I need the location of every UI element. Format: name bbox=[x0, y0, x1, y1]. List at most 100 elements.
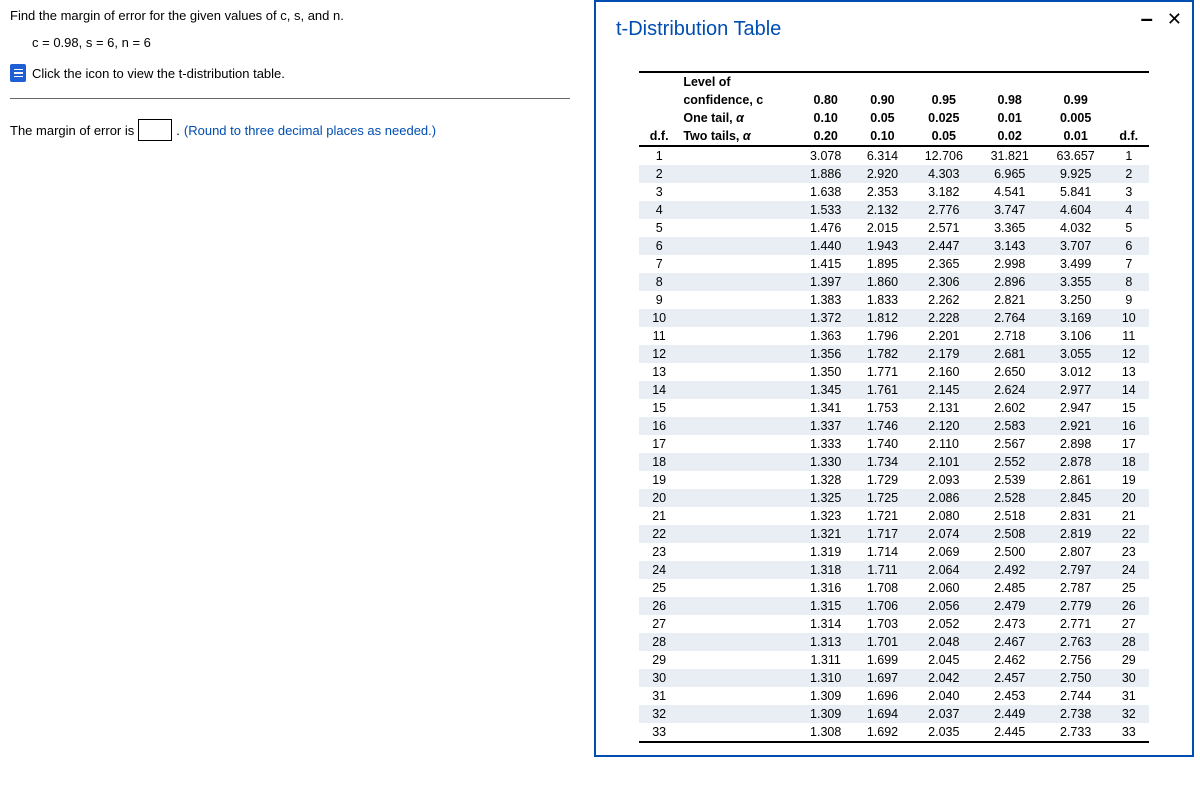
minimize-icon[interactable]: – bbox=[1141, 8, 1153, 30]
close-icon[interactable]: ✕ bbox=[1167, 10, 1182, 28]
t-value: 2.457 bbox=[977, 669, 1043, 687]
table-row: 201.3251.7252.0862.5282.84520 bbox=[639, 489, 1149, 507]
table-row: 161.3371.7462.1202.5832.92116 bbox=[639, 417, 1149, 435]
t-value: 2.467 bbox=[977, 633, 1043, 651]
t-value: 2.764 bbox=[977, 309, 1043, 327]
t-df-right: 26 bbox=[1109, 597, 1149, 615]
t-value: 6.965 bbox=[977, 165, 1043, 183]
t-df-left: 8 bbox=[639, 273, 679, 291]
t-value: 1.943 bbox=[854, 237, 911, 255]
t-value: 2.807 bbox=[1043, 543, 1109, 561]
t-value: 2.624 bbox=[977, 381, 1043, 399]
t-df-right: 17 bbox=[1109, 435, 1149, 453]
t-value: 2.485 bbox=[977, 579, 1043, 597]
t-value: 2.042 bbox=[911, 669, 977, 687]
t-value: 2.528 bbox=[977, 489, 1043, 507]
t-df-right: 9 bbox=[1109, 291, 1149, 309]
t-df-left: 18 bbox=[639, 453, 679, 471]
t-value: 2.771 bbox=[1043, 615, 1109, 633]
round-instruction: (Round to three decimal places as needed… bbox=[184, 123, 436, 138]
t-df-left: 3 bbox=[639, 183, 679, 201]
t-value: 2.479 bbox=[977, 597, 1043, 615]
view-table-link[interactable]: Click the icon to view the t-distributio… bbox=[10, 64, 570, 82]
t-value: 2.056 bbox=[911, 597, 977, 615]
t-df-left: 9 bbox=[639, 291, 679, 309]
t-value: 2.492 bbox=[977, 561, 1043, 579]
t-value: 2.449 bbox=[977, 705, 1043, 723]
t-df-right: 3 bbox=[1109, 183, 1149, 201]
table-row: 291.3111.6992.0452.4622.75629 bbox=[639, 651, 1149, 669]
t-df-left: 1 bbox=[639, 146, 679, 165]
t-header-onetail: One tail, α bbox=[679, 109, 797, 127]
t-df-right: 25 bbox=[1109, 579, 1149, 597]
t-value: 1.833 bbox=[854, 291, 911, 309]
t-value: 2.831 bbox=[1043, 507, 1109, 525]
t-value: 2.998 bbox=[977, 255, 1043, 273]
t-value: 2.518 bbox=[977, 507, 1043, 525]
t-value: 1.328 bbox=[797, 471, 854, 489]
t-value: 1.363 bbox=[797, 327, 854, 345]
t-df-left: 14 bbox=[639, 381, 679, 399]
table-row: 81.3971.8602.3062.8963.3558 bbox=[639, 273, 1149, 291]
t-value: 1.323 bbox=[797, 507, 854, 525]
t-value: 2.052 bbox=[911, 615, 977, 633]
t-df-right: 31 bbox=[1109, 687, 1149, 705]
t-value: 3.055 bbox=[1043, 345, 1109, 363]
t-value: 1.476 bbox=[797, 219, 854, 237]
table-row: 141.3451.7612.1452.6242.97714 bbox=[639, 381, 1149, 399]
t-value: 2.069 bbox=[911, 543, 977, 561]
t-df-right: 4 bbox=[1109, 201, 1149, 219]
t-value: 2.602 bbox=[977, 399, 1043, 417]
t-value: 2.845 bbox=[1043, 489, 1109, 507]
t-value: 2.947 bbox=[1043, 399, 1109, 417]
table-row: 331.3081.6922.0352.4452.73333 bbox=[639, 723, 1149, 742]
t-value: 2.131 bbox=[911, 399, 977, 417]
margin-of-error-input[interactable] bbox=[138, 119, 172, 141]
t-df-left: 27 bbox=[639, 615, 679, 633]
table-row: 231.3191.7142.0692.5002.80723 bbox=[639, 543, 1149, 561]
table-row: 271.3141.7032.0522.4732.77127 bbox=[639, 615, 1149, 633]
t-df-left: 5 bbox=[639, 219, 679, 237]
t-value: 2.763 bbox=[1043, 633, 1109, 651]
t-value: 1.313 bbox=[797, 633, 854, 651]
t-header-c-value: 0.90 bbox=[854, 91, 911, 109]
t-value: 2.733 bbox=[1043, 723, 1109, 742]
t-df-right: 20 bbox=[1109, 489, 1149, 507]
t-value: 1.341 bbox=[797, 399, 854, 417]
t-df-left: 25 bbox=[639, 579, 679, 597]
t-value: 2.453 bbox=[977, 687, 1043, 705]
t-value: 3.078 bbox=[797, 146, 854, 165]
table-row: 171.3331.7402.1102.5672.89817 bbox=[639, 435, 1149, 453]
t-value: 2.048 bbox=[911, 633, 977, 651]
t-value: 2.365 bbox=[911, 255, 977, 273]
t-df-left: 26 bbox=[639, 597, 679, 615]
question-text: Find the margin of error for the given v… bbox=[10, 8, 570, 23]
t-value: 2.179 bbox=[911, 345, 977, 363]
t-df-left: 30 bbox=[639, 669, 679, 687]
question-panel: Find the margin of error for the given v… bbox=[0, 0, 580, 149]
t-value: 2.583 bbox=[977, 417, 1043, 435]
t-value: 4.604 bbox=[1043, 201, 1109, 219]
t-value: 1.314 bbox=[797, 615, 854, 633]
t-df-right: 10 bbox=[1109, 309, 1149, 327]
t-df-left: 24 bbox=[639, 561, 679, 579]
table-row: 211.3231.7212.0802.5182.83121 bbox=[639, 507, 1149, 525]
t-value: 1.812 bbox=[854, 309, 911, 327]
t-value: 5.841 bbox=[1043, 183, 1109, 201]
t-value: 2.650 bbox=[977, 363, 1043, 381]
modal-title: t-Distribution Table bbox=[616, 18, 1182, 41]
t-df-right: 2 bbox=[1109, 165, 1149, 183]
t-value: 2.552 bbox=[977, 453, 1043, 471]
t-value: 2.977 bbox=[1043, 381, 1109, 399]
t-df-right: 29 bbox=[1109, 651, 1149, 669]
t-value: 2.040 bbox=[911, 687, 977, 705]
t-value: 1.310 bbox=[797, 669, 854, 687]
t-header-confidence: confidence, c bbox=[679, 91, 797, 109]
t-df-right: 6 bbox=[1109, 237, 1149, 255]
t-df-left: 20 bbox=[639, 489, 679, 507]
t-value: 2.101 bbox=[911, 453, 977, 471]
t-header-twotails-value: 0.02 bbox=[977, 127, 1043, 146]
t-header-c-value: 0.80 bbox=[797, 91, 854, 109]
t-value: 2.878 bbox=[1043, 453, 1109, 471]
question-params: c = 0.98, s = 6, n = 6 bbox=[32, 35, 570, 50]
